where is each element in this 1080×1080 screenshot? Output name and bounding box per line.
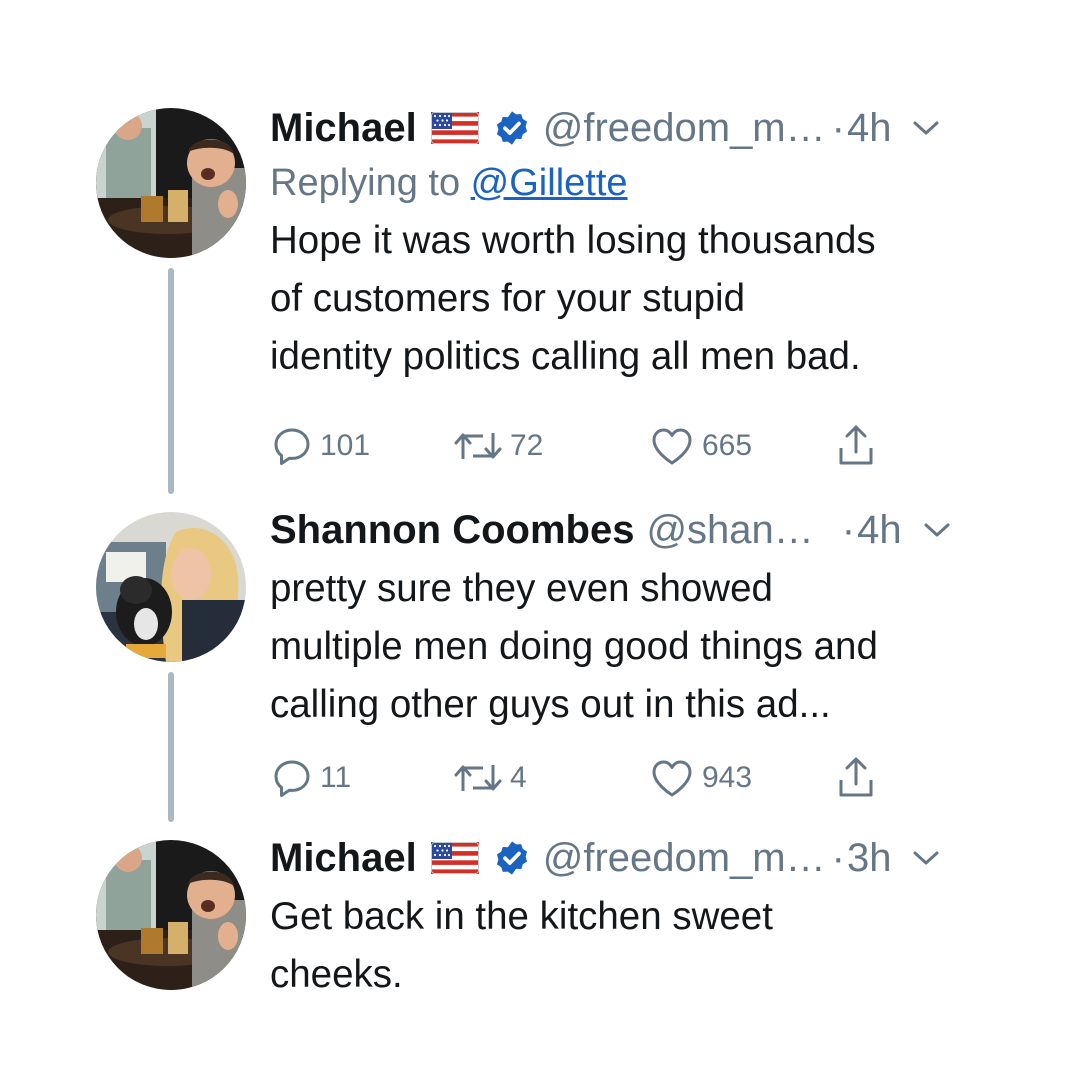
share-button[interactable]: [836, 424, 876, 468]
separator-dot: ·: [831, 835, 845, 880]
verified-badge-icon: [493, 839, 531, 877]
tweet-text: Get back in the kitchen sweet cheeks.: [270, 895, 773, 996]
chevron-down-icon[interactable]: [913, 850, 939, 866]
avatar[interactable]: [96, 108, 246, 258]
display-name[interactable]: Michael: [270, 836, 417, 881]
timestamp[interactable]: 3h: [847, 836, 892, 881]
thread-connector-line: [168, 268, 174, 494]
heart-icon: [650, 758, 694, 798]
reply-count: 101: [320, 429, 371, 462]
tweet-thread: Michael @freedom_m… · 4h Replying to @Gi…: [0, 0, 1080, 1080]
tweet-header: Michael @freedom_m… · 3h: [270, 834, 990, 882]
display-name[interactable]: Shannon Coombes: [270, 508, 634, 553]
separator-dot: ·: [841, 507, 856, 552]
avatar-image: [96, 840, 246, 990]
chevron-down-icon[interactable]: [913, 120, 939, 136]
share-button[interactable]: [836, 756, 876, 800]
tweet-content: Michael @freedom_m… · 3h Get back in the…: [270, 834, 990, 1004]
retweet-button[interactable]: 72: [454, 424, 543, 468]
us-flag-icon: [431, 112, 479, 144]
like-count: 943: [702, 761, 753, 794]
share-icon: [836, 424, 876, 468]
like-button[interactable]: 943: [650, 756, 752, 800]
retweet-count: 72: [510, 429, 544, 462]
reply-count: 11: [320, 761, 352, 794]
retweet-button[interactable]: 4: [454, 756, 527, 800]
avatar[interactable]: [96, 512, 246, 662]
tweet-text: Hope it was worth losing thousands of cu…: [270, 219, 876, 378]
separator-dot: ·: [831, 105, 845, 150]
verified-badge-icon: [493, 109, 531, 147]
display-name[interactable]: Michael: [270, 106, 417, 151]
share-icon: [836, 756, 876, 800]
tweet-content: Shannon Coombes @shan… · 4h pretty sure …: [270, 506, 990, 734]
heart-icon: [650, 426, 694, 466]
reply-icon: [272, 426, 312, 466]
username-handle[interactable]: @shan…: [646, 508, 813, 553]
avatar-image: [96, 108, 246, 258]
timestamp[interactable]: 4h: [847, 106, 892, 151]
username-handle[interactable]: @freedom_m…: [543, 106, 826, 151]
reply-icon: [272, 758, 312, 798]
username-handle[interactable]: @freedom_m…: [543, 836, 826, 881]
like-count: 665: [702, 429, 753, 462]
chevron-down-icon[interactable]: [924, 522, 950, 538]
thread-connector-line: [168, 672, 174, 822]
replying-to: Replying to @Gillette: [270, 158, 990, 208]
like-button[interactable]: 665: [650, 424, 752, 468]
timestamp[interactable]: 4h: [857, 508, 902, 553]
retweet-count: 4: [510, 761, 527, 794]
us-flag-icon: [431, 842, 479, 874]
reply-button[interactable]: 11: [272, 756, 351, 800]
tweet-actions: 11 4 943: [270, 756, 890, 800]
tweet-content: Michael @freedom_m… · 4h Replying to @Gi…: [270, 104, 990, 386]
tweet-header: Michael @freedom_m… · 4h: [270, 104, 990, 152]
reply-button[interactable]: 101: [272, 424, 370, 468]
tweet-text: pretty sure they even showed multiple me…: [270, 567, 878, 726]
avatar-image: [96, 512, 246, 662]
replying-to-label: Replying to: [270, 162, 471, 204]
retweet-icon: [454, 760, 502, 796]
avatar[interactable]: [96, 840, 246, 990]
replying-to-link[interactable]: @Gillette: [471, 162, 628, 204]
tweet-header: Shannon Coombes @shan… · 4h: [270, 506, 990, 554]
tweet-actions: 101 72 665: [270, 424, 890, 468]
retweet-icon: [454, 428, 502, 464]
